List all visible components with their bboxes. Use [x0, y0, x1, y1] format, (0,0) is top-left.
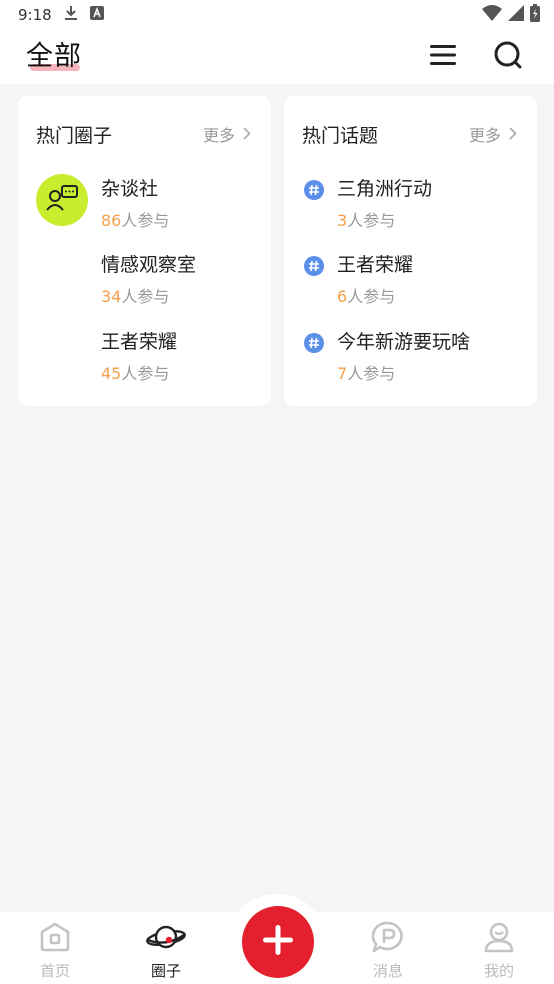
participant-count: 34	[101, 287, 122, 306]
wifi-icon	[482, 5, 502, 25]
tab-circles[interactable]: 圈子	[111, 912, 221, 984]
topic-participants: 7人参与	[337, 360, 470, 384]
chevron-right-icon	[509, 125, 517, 144]
list-item[interactable]: 三角洲行动 3人参与	[337, 174, 432, 231]
participant-suffix: 人参与	[347, 287, 396, 306]
circle-participants: 86人参与	[101, 207, 169, 231]
circle-name: 王者荣耀	[101, 331, 178, 353]
page-title[interactable]: 全部	[26, 34, 82, 73]
participant-count: 3	[337, 211, 348, 230]
download-icon	[64, 5, 78, 25]
circle-name: 杂谈社	[101, 178, 159, 200]
search-button[interactable]	[491, 40, 525, 74]
tab-me-label: 我的	[483, 962, 514, 980]
participant-count: 6	[337, 287, 348, 306]
list-item[interactable]: 杂谈社 86人参与	[101, 174, 169, 231]
chat-users-icon	[45, 184, 79, 216]
circle-avatar[interactable]	[36, 174, 88, 226]
menu-icon	[429, 43, 457, 71]
list-item[interactable]: 王者荣耀 6人参与	[337, 250, 413, 307]
participant-suffix: 人参与	[121, 211, 170, 230]
circle-name: 情感观察室	[101, 254, 197, 276]
hot-topics-title: 热门话题	[302, 125, 379, 147]
hot-topics-card: 热门话题 更多 三角洲行动 3人参与 王者荣耀 6人参与 今年新游要玩啥 7人参…	[284, 96, 537, 406]
participant-suffix: 人参与	[347, 211, 396, 230]
participant-count: 7	[337, 364, 348, 383]
add-post-button[interactable]	[242, 906, 314, 978]
participant-suffix: 人参与	[121, 364, 170, 383]
plus-icon	[261, 923, 295, 961]
tab-me[interactable]: 我的	[444, 912, 554, 984]
status-bar: 9:18	[0, 0, 554, 30]
tab-home-label: 首页	[39, 962, 70, 980]
header: 全部	[0, 30, 554, 84]
topic-name: 今年新游要玩啥	[337, 331, 471, 353]
circle-participants: 34人参与	[101, 283, 196, 307]
menu-button[interactable]	[426, 40, 460, 74]
battery-icon	[530, 4, 540, 26]
search-icon	[493, 40, 523, 74]
list-item[interactable]: 今年新游要玩啥 7人参与	[337, 327, 470, 384]
message-p-icon	[371, 920, 405, 954]
list-item[interactable]: 王者荣耀 45人参与	[101, 327, 177, 384]
circle-participants: 45人参与	[101, 360, 177, 384]
participant-suffix: 人参与	[121, 287, 170, 306]
participant-count: 86	[101, 211, 122, 230]
hashtag-icon	[304, 256, 324, 276]
home-icon	[39, 920, 71, 954]
topic-name: 王者荣耀	[337, 254, 414, 276]
hot-circles-card: 热门圈子 更多 杂谈社 86人参与 情感观察室 34人参与 王者荣耀 45人参与	[18, 96, 271, 406]
status-time: 9:18	[18, 6, 52, 24]
participant-count: 45	[101, 364, 122, 383]
topic-participants: 6人参与	[337, 283, 413, 307]
hot-circles-title: 热门圈子	[36, 125, 113, 147]
hot-circles-more-link[interactable]: 更多	[203, 122, 251, 146]
list-item[interactable]: 情感观察室 34人参与	[101, 250, 196, 307]
tab-circles-label: 圈子	[150, 962, 181, 980]
participant-suffix: 人参与	[347, 364, 396, 383]
profile-icon	[483, 920, 515, 954]
more-label: 更多	[202, 126, 235, 145]
tab-messages-label: 消息	[372, 962, 403, 980]
signal-icon	[508, 5, 524, 25]
planet-icon	[145, 920, 187, 954]
topic-participants: 3人参与	[337, 207, 432, 231]
tab-home[interactable]: 首页	[0, 912, 110, 984]
hot-topics-more-link[interactable]: 更多	[469, 122, 517, 146]
tab-messages[interactable]: 消息	[333, 912, 443, 984]
topic-name: 三角洲行动	[337, 178, 433, 200]
hashtag-icon	[304, 333, 324, 353]
chevron-right-icon	[243, 125, 251, 144]
more-label: 更多	[468, 126, 501, 145]
a-badge-icon	[89, 6, 104, 24]
hashtag-icon	[304, 180, 324, 200]
